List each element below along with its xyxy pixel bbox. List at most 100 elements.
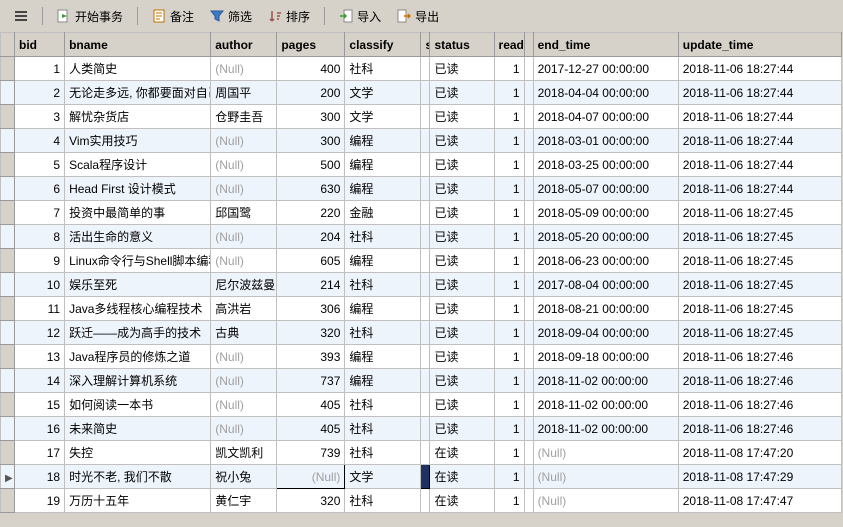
cell-author[interactable]: 周国平 — [211, 81, 277, 105]
cell-bid[interactable]: 17 — [15, 441, 65, 465]
row-header[interactable] — [1, 153, 15, 177]
cell-end-time[interactable]: (Null) — [533, 465, 678, 489]
col-bname[interactable]: bname — [65, 33, 211, 57]
cell-update-time[interactable]: 2018-11-06 18:27:45 — [678, 201, 841, 225]
cell-read[interactable]: 1 — [494, 249, 524, 273]
cell-read[interactable]: 1 — [494, 321, 524, 345]
cell-status[interactable]: 已读 — [430, 249, 494, 273]
cell-bid[interactable]: 18 — [15, 465, 65, 489]
table-row[interactable]: 17失控凯文凯利739社科在读1(Null)2018-11-08 17:47:2… — [1, 441, 842, 465]
cell-end-time[interactable]: 2018-11-02 00:00:00 — [533, 393, 678, 417]
cell-read[interactable]: 1 — [494, 369, 524, 393]
cell-status[interactable]: 已读 — [430, 369, 494, 393]
cell-bid[interactable]: 1 — [15, 57, 65, 81]
cell-update-time[interactable]: 2018-11-06 18:27:46 — [678, 345, 841, 369]
cell-status[interactable]: 已读 — [430, 81, 494, 105]
cell-bname[interactable]: Vim实用技巧 — [65, 129, 211, 153]
cell-s[interactable] — [421, 129, 430, 153]
cell-end-time[interactable]: 2017-12-27 00:00:00 — [533, 57, 678, 81]
table-row[interactable]: 5Scala程序设计(Null)500编程已读12018-03-25 00:00… — [1, 153, 842, 177]
cell-gap[interactable] — [524, 369, 533, 393]
cell-classify[interactable]: 文学 — [345, 81, 421, 105]
cell-end-time[interactable]: 2018-05-09 00:00:00 — [533, 201, 678, 225]
row-header-corner[interactable] — [1, 33, 15, 57]
cell-update-time[interactable]: 2018-11-06 18:27:44 — [678, 153, 841, 177]
filter-button[interactable]: 筛选 — [204, 6, 258, 27]
cell-pages[interactable]: 200 — [277, 81, 345, 105]
cell-pages[interactable]: 306 — [277, 297, 345, 321]
cell-bname[interactable]: 深入理解计算机系统 — [65, 369, 211, 393]
row-header[interactable] — [1, 273, 15, 297]
cell-bid[interactable]: 4 — [15, 129, 65, 153]
cell-classify[interactable]: 编程 — [345, 297, 421, 321]
cell-s[interactable] — [421, 441, 430, 465]
cell-status[interactable]: 已读 — [430, 105, 494, 129]
row-header[interactable] — [1, 345, 15, 369]
col-update-time[interactable]: update_time — [678, 33, 841, 57]
cell-end-time[interactable]: 2018-11-02 00:00:00 — [533, 369, 678, 393]
cell-update-time[interactable]: 2018-11-06 18:27:44 — [678, 177, 841, 201]
row-header[interactable]: ▶ — [1, 465, 15, 489]
cell-bname[interactable]: Head First 设计模式 — [65, 177, 211, 201]
cell-status[interactable]: 已读 — [430, 153, 494, 177]
cell-read[interactable]: 1 — [494, 57, 524, 81]
cell-read[interactable]: 1 — [494, 441, 524, 465]
cell-s[interactable] — [421, 465, 430, 489]
cell-bid[interactable]: 13 — [15, 345, 65, 369]
cell-author[interactable]: 黄仁宇 — [211, 489, 277, 513]
cell-bname[interactable]: Java多线程核心编程技术 — [65, 297, 211, 321]
cell-pages[interactable]: 214 — [277, 273, 345, 297]
cell-update-time[interactable]: 2018-11-06 18:27:45 — [678, 225, 841, 249]
cell-read[interactable]: 1 — [494, 393, 524, 417]
cell-classify[interactable]: 金融 — [345, 201, 421, 225]
cell-update-time[interactable]: 2018-11-08 17:47:20 — [678, 441, 841, 465]
cell-update-time[interactable]: 2018-11-06 18:27:46 — [678, 393, 841, 417]
cell-s[interactable] — [421, 393, 430, 417]
cell-end-time[interactable]: 2018-04-04 00:00:00 — [533, 81, 678, 105]
col-pages[interactable]: pages — [277, 33, 345, 57]
cell-read[interactable]: 1 — [494, 81, 524, 105]
cell-bname[interactable]: 投资中最简单的事 — [65, 201, 211, 225]
table-row[interactable]: 2无论走多远, 你都要面对自己周国平200文学已读12018-04-04 00:… — [1, 81, 842, 105]
cell-update-time[interactable]: 2018-11-06 18:27:44 — [678, 129, 841, 153]
cell-update-time[interactable]: 2018-11-06 18:27:45 — [678, 321, 841, 345]
table-row[interactable]: 15如何阅读一本书(Null)405社科已读12018-11-02 00:00:… — [1, 393, 842, 417]
cell-bid[interactable]: 14 — [15, 369, 65, 393]
cell-author[interactable]: 高洪岩 — [211, 297, 277, 321]
row-header[interactable] — [1, 129, 15, 153]
col-classify[interactable]: classify — [345, 33, 421, 57]
cell-s[interactable] — [421, 177, 430, 201]
cell-status[interactable]: 已读 — [430, 297, 494, 321]
table-row[interactable]: 11Java多线程核心编程技术高洪岩306编程已读12018-08-21 00:… — [1, 297, 842, 321]
cell-bid[interactable]: 9 — [15, 249, 65, 273]
col-gap[interactable] — [524, 33, 533, 57]
cell-bname[interactable]: Scala程序设计 — [65, 153, 211, 177]
cell-pages[interactable]: 320 — [277, 489, 345, 513]
table-row[interactable]: 1人类简史(Null)400社科已读12017-12-27 00:00:0020… — [1, 57, 842, 81]
cell-bid[interactable]: 16 — [15, 417, 65, 441]
cell-author[interactable]: 邱国鹭 — [211, 201, 277, 225]
cell-bid[interactable]: 10 — [15, 273, 65, 297]
cell-s[interactable] — [421, 225, 430, 249]
cell-author[interactable]: (Null) — [211, 249, 277, 273]
row-header[interactable] — [1, 81, 15, 105]
cell-gap[interactable] — [524, 489, 533, 513]
cell-classify[interactable]: 编程 — [345, 369, 421, 393]
cell-s[interactable] — [421, 153, 430, 177]
table-row[interactable]: 8活出生命的意义(Null)204社科已读12018-05-20 00:00:0… — [1, 225, 842, 249]
cell-end-time[interactable]: 2018-08-21 00:00:00 — [533, 297, 678, 321]
cell-author[interactable]: (Null) — [211, 417, 277, 441]
cell-end-time[interactable]: 2018-03-01 00:00:00 — [533, 129, 678, 153]
col-read[interactable]: read — [494, 33, 524, 57]
cell-bname[interactable]: 跃迁——成为高手的技术 — [65, 321, 211, 345]
cell-end-time[interactable]: 2017-08-04 00:00:00 — [533, 273, 678, 297]
cell-bname[interactable]: 万历十五年 — [65, 489, 211, 513]
col-s[interactable]: s — [421, 33, 430, 57]
import-button[interactable]: 导入 — [333, 6, 387, 27]
cell-update-time[interactable]: 2018-11-08 17:47:47 — [678, 489, 841, 513]
cell-classify[interactable]: 编程 — [345, 129, 421, 153]
cell-gap[interactable] — [524, 393, 533, 417]
cell-s[interactable] — [421, 345, 430, 369]
note-button[interactable]: 备注 — [146, 6, 200, 27]
cell-classify[interactable]: 社科 — [345, 321, 421, 345]
